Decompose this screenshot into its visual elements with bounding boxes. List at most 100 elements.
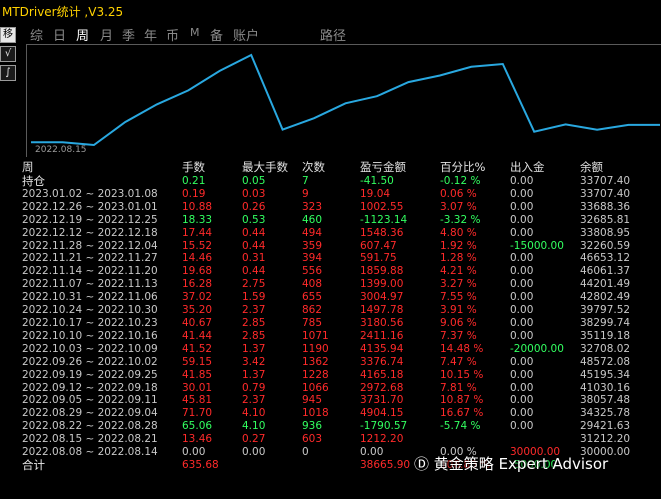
tab-path[interactable]: 路径 — [320, 25, 346, 44]
move-icon[interactable]: 移 — [0, 27, 16, 43]
cell-count: 945 — [302, 394, 323, 407]
cell-week: 2022.12.26 ~ 2023.01.01 — [22, 200, 158, 213]
tab-week[interactable]: 周 — [76, 25, 89, 44]
cell-max-hands: 0.44 — [242, 226, 266, 239]
cell-pl: -1790.57 — [360, 420, 408, 433]
cell-hands: 0.00 — [182, 446, 206, 459]
cell-io: 0.00 — [510, 368, 534, 381]
tab-year[interactable]: 年 — [144, 25, 157, 44]
cell-count: 7 — [302, 175, 309, 187]
table-row: 2022.10.31 ~ 2022.11.06 37.02 1.59 655 3004.… — [22, 291, 661, 304]
cell-io: 0.00 — [510, 291, 534, 304]
cell-max-hands: 0.00 — [242, 446, 266, 459]
tab-month[interactable]: 月 — [100, 25, 113, 44]
cell-balance: 29421.63 — [580, 420, 631, 433]
cell-count: 603 — [302, 433, 323, 446]
cell-count: 460 — [302, 213, 323, 226]
cell-pct: 16.67 % — [440, 407, 484, 420]
cell-pl: 4165.18 — [360, 368, 404, 381]
equity-chart: 2022.08.15 — [26, 44, 661, 157]
table-row: 2022.09.26 ~ 2022.10.02 59.15 3.42 1362 3376… — [22, 356, 661, 369]
cell-pl: 1548.36 — [360, 226, 404, 239]
social-logo-icon: Ⓓ — [414, 455, 430, 473]
cell-count: 1071 — [302, 329, 329, 342]
cell-balance: 45195.34 — [580, 368, 631, 381]
cell-hands: 59.15 — [182, 355, 213, 368]
tab-account[interactable]: 账户 — [233, 25, 259, 44]
equity-curve-line — [31, 53, 660, 147]
cell-io — [510, 433, 580, 446]
cell-pl: 591.75 — [360, 252, 397, 265]
cell-io: 0.00 — [510, 278, 534, 291]
cell-balance: 32260.59 — [580, 239, 631, 252]
cell-balance: 32708.02 — [580, 342, 631, 355]
cell-hands: 18.33 — [182, 213, 213, 226]
cell-week: 2022.08.08 ~ 2022.08.14 — [22, 446, 158, 459]
table-row: 2022.11.07 ~ 2022.11.13 16.28 2.75 408 1399.… — [22, 278, 661, 291]
table-row: 2022.10.24 ~ 2022.10.30 35.20 2.37 862 1497.… — [22, 304, 661, 317]
cell-count: 556 — [302, 265, 323, 278]
cell-week: 2022.11.21 ~ 2022.11.27 — [22, 252, 158, 265]
cell-balance: 38057.48 — [580, 394, 631, 407]
col-balance: 余额 — [580, 160, 603, 174]
cell-hands: 40.67 — [182, 316, 213, 329]
cell-max-hands: 2.85 — [242, 329, 266, 342]
cell-io: 0.00 — [510, 265, 534, 278]
cell-pct: 1.28 % — [440, 252, 477, 265]
integral-icon[interactable]: ∫ — [0, 65, 16, 81]
cell-count: 1190 — [302, 342, 329, 355]
cell-week: 2022.09.05 ~ 2022.09.11 — [22, 394, 158, 407]
holding-row: 持仓 0.21 0.05 7 -41.50 -0.12 % 0.00 33707.40 — [22, 175, 661, 188]
cell-pct: -3.32 % — [440, 213, 481, 226]
tab-day[interactable]: 日 — [53, 25, 66, 44]
cell-pct: 10.15 % — [440, 368, 484, 381]
cell-pl: 2411.16 — [360, 329, 404, 342]
cell-pct: 0.06 % — [440, 187, 477, 200]
watermark-text: 黄金策略 Expert Advisor — [433, 455, 609, 473]
watermark: Ⓓ 黄金策略 Expert Advisor — [414, 453, 608, 474]
cell-hands: 16.28 — [182, 278, 213, 291]
cell-pct: 3.27 % — [440, 278, 477, 291]
col-io: 出入金 — [510, 160, 545, 174]
check-icon[interactable]: √ — [0, 46, 16, 62]
cell-pct: -5.74 % — [440, 420, 481, 433]
tab-overview[interactable]: 综 — [30, 25, 43, 44]
cell-max-hands: 0.31 — [242, 252, 266, 265]
side-toolbar: 移 √ ∫ — [0, 27, 16, 84]
cell-io: 0.00 — [510, 329, 534, 342]
tab-currency[interactable]: 币 — [166, 25, 179, 44]
cell-balance: 35119.18 — [580, 329, 631, 342]
cell-hands: 19.68 — [182, 265, 213, 278]
cell-max-hands: 4.10 — [242, 407, 266, 420]
cell-io: 0.00 — [510, 213, 534, 226]
cell-pl: 3731.70 — [360, 394, 404, 407]
cell-max-hands: 3.42 — [242, 355, 266, 368]
cell-week: 2022.11.28 ~ 2022.12.04 — [22, 239, 158, 252]
col-count: 次数 — [302, 160, 325, 174]
cell-io: -15000.00 — [510, 239, 564, 252]
cell-balance: 33707.40 — [580, 187, 631, 200]
table-row: 2022.12.12 ~ 2022.12.18 17.44 0.44 494 1548.… — [22, 227, 661, 240]
cell-week: 2022.08.15 ~ 2022.08.21 — [22, 433, 158, 446]
table-row: 2022.08.22 ~ 2022.08.28 65.06 4.10 936 -1790… — [22, 420, 661, 433]
cell-count: 1362 — [302, 355, 329, 368]
tab-notes[interactable]: 备 — [210, 25, 223, 44]
tab-m[interactable]: M — [190, 26, 200, 39]
cell-pl: 3376.74 — [360, 355, 404, 368]
table-row: 2022.11.28 ~ 2022.12.04 15.52 0.44 359 607.4… — [22, 240, 661, 253]
tab-quarter[interactable]: 季 — [122, 25, 135, 44]
cell-week: 2022.12.19 ~ 2022.12.25 — [22, 213, 158, 226]
cell-max-hands: 2.37 — [242, 304, 266, 317]
cell-balance: 48572.08 — [580, 355, 631, 368]
cell-max-hands: 2.37 — [242, 394, 266, 407]
cell-pct: -0.12 % — [440, 175, 481, 187]
cell-week: 合计 — [22, 458, 45, 472]
col-week: 周 — [22, 160, 34, 174]
cell-balance: 46061.37 — [580, 265, 631, 278]
table-row: 2023.01.02 ~ 2023.01.08 0.19 0.03 9 19.04 0.0… — [22, 188, 661, 201]
cell-count: 323 — [302, 200, 323, 213]
cell-pct: 3.91 % — [440, 304, 477, 317]
cell-max-hands: 1.37 — [242, 368, 266, 381]
cell-io: 0.00 — [510, 420, 534, 433]
cell-count — [302, 459, 360, 472]
